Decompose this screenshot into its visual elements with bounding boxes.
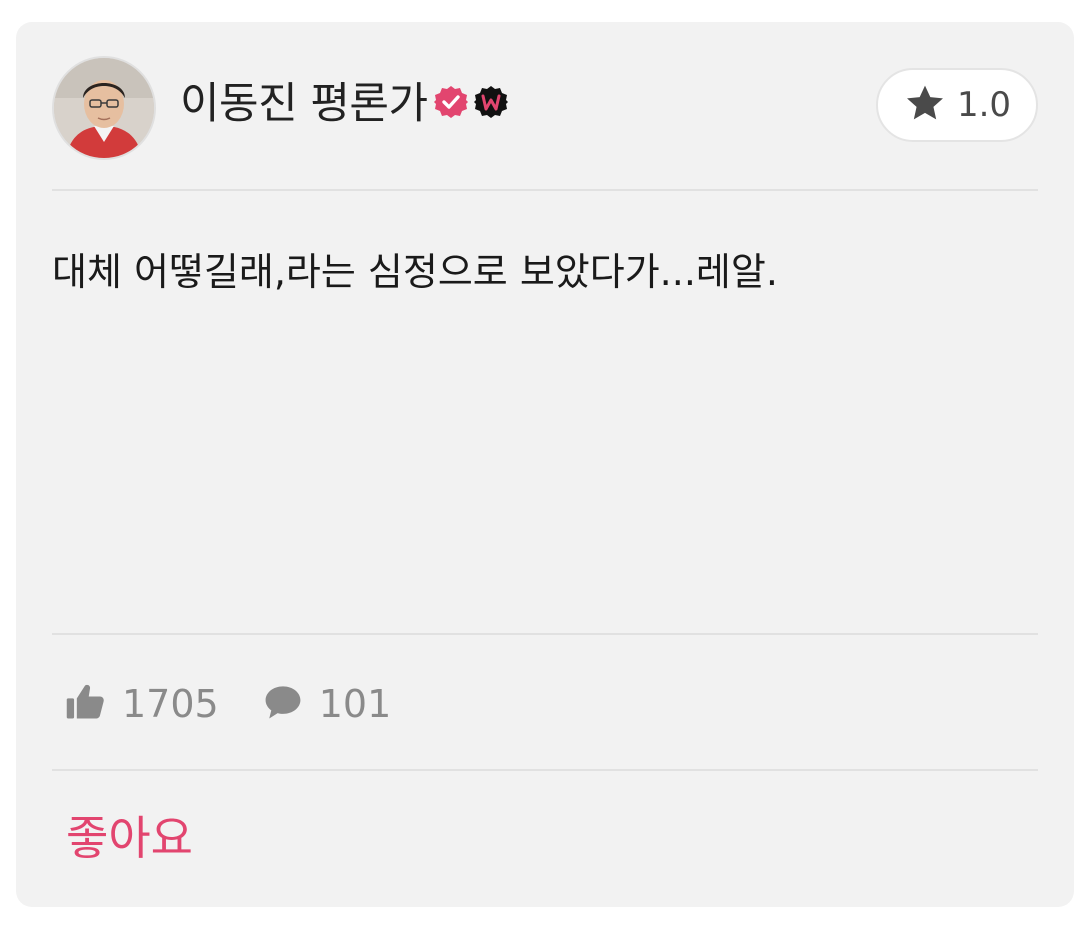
critic-profile-photo	[54, 58, 154, 158]
avatar[interactable]	[52, 56, 156, 160]
review-comment[interactable]: 대체 어떻길래,라는 심정으로 보았다가...레알.	[52, 246, 1038, 298]
stats-divider	[52, 769, 1038, 771]
comments-count: 101	[318, 682, 392, 726]
author-name[interactable]: 이동진 평론가	[180, 74, 428, 134]
review-card: 이동진 평론가 1.0 대체 어떻길래,라는 심정으로 보았다가...레알. 1…	[16, 22, 1074, 907]
thumbs-up-icon	[64, 680, 108, 728]
comments-stat: 101	[261, 680, 392, 728]
like-button[interactable]: 좋아요	[66, 808, 193, 868]
rating-value: 1.0	[956, 85, 1012, 125]
comment-bubble-icon	[261, 680, 305, 728]
likes-stat: 1705	[64, 680, 219, 728]
author-header: 이동진 평론가	[180, 74, 508, 134]
review-stats: 1705 101	[64, 672, 433, 736]
rating-pill: 1.0	[876, 68, 1038, 142]
content-divider	[52, 633, 1038, 635]
star-icon	[903, 81, 947, 129]
watcha-w-badge-icon	[473, 85, 508, 123]
likes-count: 1705	[122, 682, 219, 726]
verified-check-icon	[433, 85, 468, 123]
header-divider	[52, 189, 1038, 191]
